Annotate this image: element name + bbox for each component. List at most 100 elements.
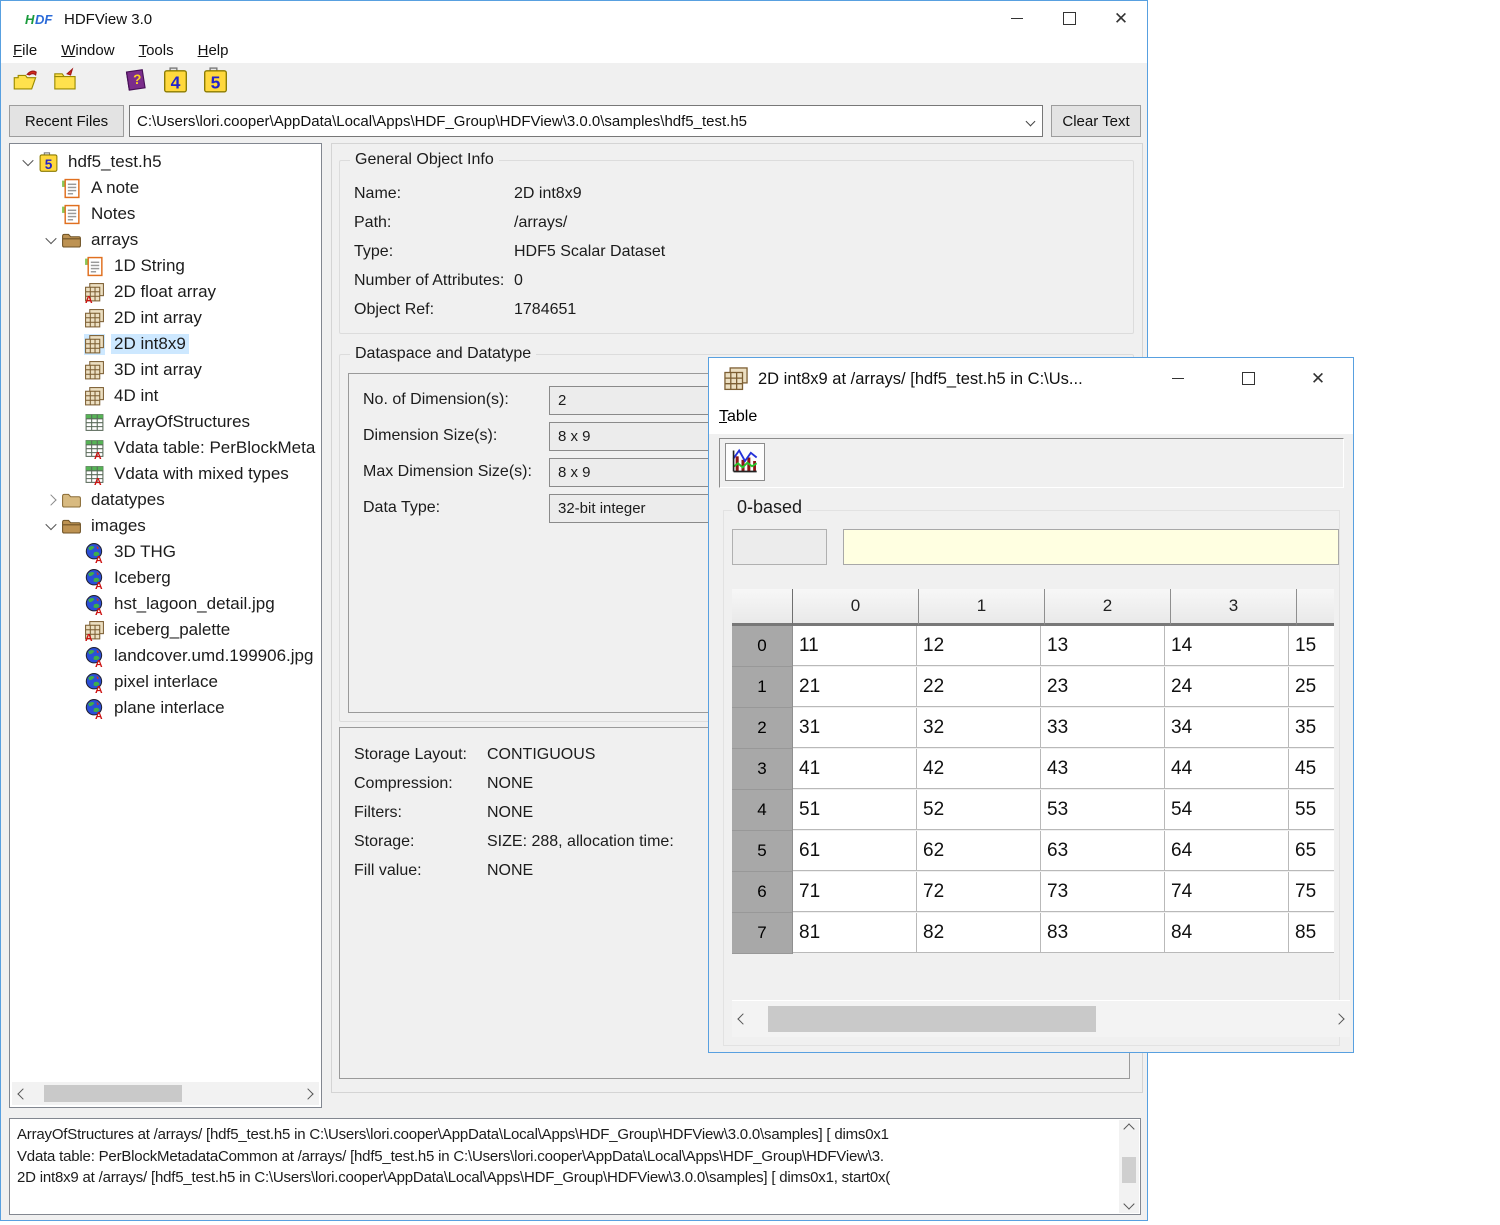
close-file-button[interactable] <box>49 67 81 97</box>
scroll-left-icon[interactable] <box>12 1090 34 1098</box>
tree-item-arrays[interactable]: arrays <box>10 227 321 253</box>
table-cell[interactable]: 63 <box>1041 831 1165 871</box>
tree-item-plane-interlace[interactable]: Aplane interlace <box>10 695 321 721</box>
cell-editor-field[interactable] <box>843 529 1339 565</box>
table-cell[interactable]: 82 <box>917 913 1041 953</box>
table-cell[interactable]: 35 <box>1289 708 1334 748</box>
table-cell[interactable]: 53 <box>1041 790 1165 830</box>
lineplot-button[interactable] <box>725 443 765 481</box>
scrollbar-thumb[interactable] <box>44 1085 182 1102</box>
table-cell[interactable]: 83 <box>1041 913 1165 953</box>
status-log[interactable]: ArrayOfStructures at /arrays/ [hdf5_test… <box>9 1118 1141 1215</box>
table-cell[interactable]: 51 <box>793 790 917 830</box>
column-header[interactable]: 0 <box>793 589 919 626</box>
table-cell[interactable]: 72 <box>917 872 1041 912</box>
table-cell[interactable]: 55 <box>1289 790 1334 830</box>
table-cell[interactable]: 64 <box>1165 831 1289 871</box>
row-header[interactable]: 2 <box>732 708 793 749</box>
tree-item-a-note[interactable]: A note <box>10 175 321 201</box>
table-cell[interactable]: 74 <box>1165 872 1289 912</box>
table-cell[interactable]: 25 <box>1289 667 1334 707</box>
tree-item-notes[interactable]: Notes <box>10 201 321 227</box>
row-header[interactable]: 4 <box>732 790 793 831</box>
column-header[interactable]: 4 <box>1297 589 1334 626</box>
tree-item-2d-int8x9[interactable]: 2D int8x9 <box>10 331 321 357</box>
tree-item-datatypes[interactable]: datatypes <box>10 487 321 513</box>
row-header[interactable]: 5 <box>732 831 793 872</box>
hdf5-button[interactable]: 5 <box>199 67 231 97</box>
row-header[interactable]: 0 <box>732 626 793 667</box>
table-corner-cell[interactable] <box>732 589 793 626</box>
menu-item-window[interactable]: Window <box>51 40 124 61</box>
tree-item-vdata-table-perblockmeta[interactable]: AVdata table: PerBlockMeta <box>10 435 321 461</box>
table-cell[interactable]: 44 <box>1165 749 1289 789</box>
row-header[interactable]: 1 <box>732 667 793 708</box>
row-header[interactable]: 7 <box>732 913 793 954</box>
scroll-right-icon[interactable] <box>297 1090 319 1098</box>
tree-item-arrayofstructures[interactable]: ArrayOfStructures <box>10 409 321 435</box>
tree-item-vdata-with-mixed-types[interactable]: AVdata with mixed types <box>10 461 321 487</box>
scrollbar-thumb[interactable] <box>768 1006 1096 1032</box>
tree-item-hdf5-test-h5[interactable]: 5hdf5_test.h5 <box>10 149 321 175</box>
table-cell[interactable]: 65 <box>1289 831 1334 871</box>
table-cell[interactable]: 32 <box>917 708 1041 748</box>
table-cell[interactable]: 43 <box>1041 749 1165 789</box>
tree-item-iceberg-palette[interactable]: Aiceberg_palette <box>10 617 321 643</box>
menu-item-file[interactable]: File <box>3 40 47 61</box>
table-cell[interactable]: 23 <box>1041 667 1165 707</box>
table-cell[interactable]: 33 <box>1041 708 1165 748</box>
row-header[interactable]: 6 <box>732 872 793 913</box>
scrollbar-thumb[interactable] <box>1122 1157 1136 1183</box>
table-cell[interactable]: 52 <box>917 790 1041 830</box>
table-cell[interactable]: 12 <box>917 626 1041 666</box>
tree-item-iceberg[interactable]: AIceberg <box>10 565 321 591</box>
clear-text-button[interactable]: Clear Text <box>1051 105 1141 137</box>
chevron-down-icon[interactable] <box>1018 118 1042 125</box>
column-header[interactable]: 2 <box>1045 589 1171 626</box>
table-cell[interactable]: 21 <box>793 667 917 707</box>
tree-item-4d-int[interactable]: 4D int <box>10 383 321 409</box>
table-cell[interactable]: 62 <box>917 831 1041 871</box>
table-cell[interactable]: 22 <box>917 667 1041 707</box>
table-cell[interactable]: 45 <box>1289 749 1334 789</box>
maximize-button[interactable] <box>1213 358 1283 398</box>
close-button[interactable]: ✕ <box>1095 1 1147 35</box>
chevron-expanded-icon[interactable] <box>18 158 38 166</box>
chevron-expanded-icon[interactable] <box>41 236 61 244</box>
minimize-button[interactable] <box>1143 358 1213 398</box>
tree-item-landcover-umd-199906-jpg[interactable]: Alandcover.umd.199906.jpg <box>10 643 321 669</box>
menu-item-tools[interactable]: Tools <box>129 40 184 61</box>
tree-item-pixel-interlace[interactable]: Apixel interlace <box>10 669 321 695</box>
table-cell[interactable]: 15 <box>1289 626 1334 666</box>
tree-horizontal-scrollbar[interactable] <box>12 1082 319 1105</box>
column-header[interactable]: 1 <box>919 589 1045 626</box>
column-header[interactable]: 3 <box>1171 589 1297 626</box>
tree-item-2d-int-array[interactable]: 2D int array <box>10 305 321 331</box>
scroll-up-icon[interactable] <box>1125 1120 1133 1138</box>
scroll-right-icon[interactable] <box>1328 1015 1350 1023</box>
open-file-button[interactable] <box>9 67 41 97</box>
tree-item-2d-float-array[interactable]: A2D float array <box>10 279 321 305</box>
scroll-left-icon[interactable] <box>732 1015 754 1023</box>
table-cell[interactable]: 13 <box>1041 626 1165 666</box>
chevron-collapsed-icon[interactable] <box>41 496 61 504</box>
table-cell[interactable]: 34 <box>1165 708 1289 748</box>
row-header[interactable]: 3 <box>732 749 793 790</box>
table-horizontal-scrollbar[interactable] <box>732 1000 1350 1037</box>
table-cell[interactable]: 75 <box>1289 872 1334 912</box>
cell-reference-field[interactable] <box>732 529 827 565</box>
tree-item-3d-thg[interactable]: A3D THG <box>10 539 321 565</box>
close-button[interactable]: ✕ <box>1283 358 1353 398</box>
table-cell[interactable]: 85 <box>1289 913 1334 953</box>
table-cell[interactable]: 61 <box>793 831 917 871</box>
table-cell[interactable]: 24 <box>1165 667 1289 707</box>
table-cell[interactable]: 42 <box>917 749 1041 789</box>
chevron-expanded-icon[interactable] <box>41 522 61 530</box>
menu-item-table[interactable]: Table <box>709 406 767 428</box>
table-cell[interactable]: 84 <box>1165 913 1289 953</box>
menu-item-help[interactable]: Help <box>188 40 239 61</box>
table-cell[interactable]: 14 <box>1165 626 1289 666</box>
hdf4-button[interactable]: 4 <box>159 67 191 97</box>
tree-item-3d-int-array[interactable]: 3D int array <box>10 357 321 383</box>
scroll-down-icon[interactable] <box>1125 1195 1133 1213</box>
